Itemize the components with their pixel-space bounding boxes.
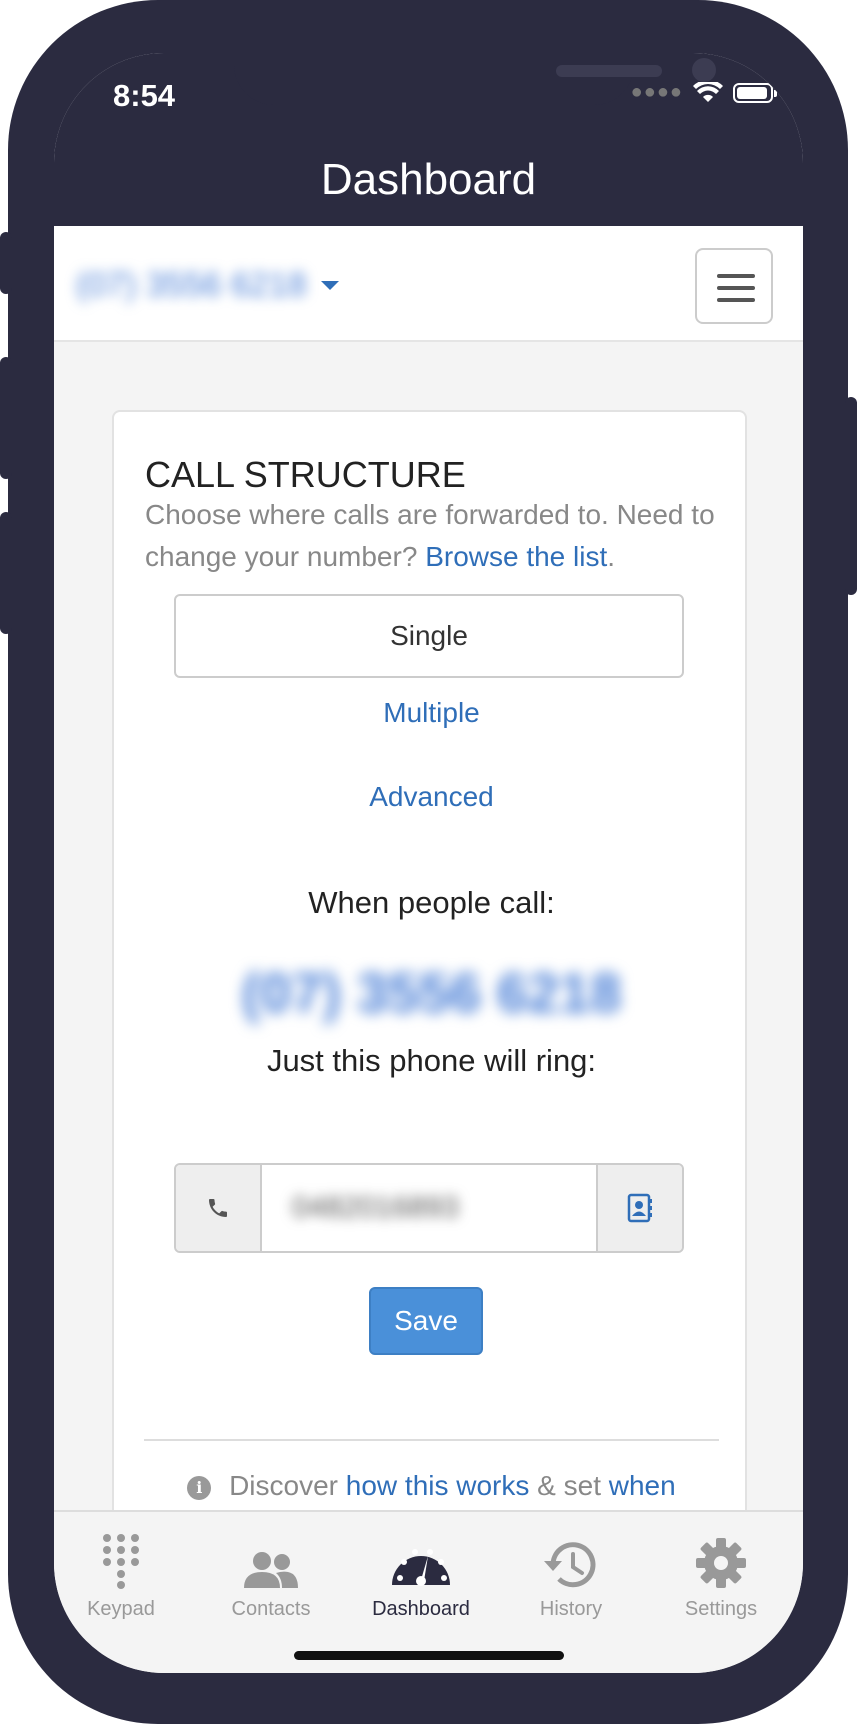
info-icon: i [187,1475,212,1500]
caret-down-icon [320,281,339,290]
tracking-number: (07) 3556 6218 [241,961,622,1024]
hamburger-menu-button[interactable] [695,248,773,324]
gear-icon [696,1538,746,1588]
front-camera [692,58,716,82]
app-header: 8:54 ●●●● Dashboard [54,53,803,226]
menu-line-icon [717,274,755,278]
battery-icon [733,82,777,103]
tab-history-label: History [539,1598,603,1620]
tab-history[interactable]: History [496,1512,646,1621]
volume-down-button [0,512,12,634]
page-title: Dashboard [320,155,537,204]
address-book-icon [627,1193,652,1223]
screen: 8:54 ●●●● Dashboard (07) 3556 6218 CALL … [54,53,803,1673]
keypad-icon [103,1534,139,1589]
card-description: Choose where calls are forwarded to. Nee… [145,494,725,578]
forward-number-group: 0482016893 [174,1163,684,1253]
how-this-works-link[interactable]: how this works [346,1470,530,1501]
account-number: (07) 3556 6218 [76,266,307,304]
ring-label: Just this phone will ring: [266,1043,597,1078]
option-advanced[interactable]: Advanced [114,781,749,813]
power-button [845,397,857,595]
tab-dashboard[interactable]: Dashboard [346,1512,496,1621]
tab-settings[interactable]: Settings [646,1512,796,1621]
phone-icon-addon [176,1165,262,1251]
status-time: 8:54 [113,78,176,113]
tab-contacts-label: Contacts [231,1598,311,1620]
option-multiple[interactable]: Multiple [114,697,749,729]
mute-switch [0,232,12,294]
contact-picker-button[interactable] [596,1165,682,1251]
save-button[interactable]: Save [369,1287,483,1355]
wifi-icon [693,81,723,102]
when-link[interactable]: when [609,1470,676,1501]
info-prefix: Discover [229,1470,338,1501]
info-line: i Discover how this works & set when [114,1470,749,1502]
tab-bar: Keypad Contacts Dashboard History Settin… [54,1510,803,1673]
speaker [556,65,662,77]
browse-list-link[interactable]: Browse the list [425,541,607,572]
account-selector[interactable]: (07) 3556 6218 [76,266,339,305]
info-middle: & set [537,1470,601,1501]
status-icons: ●●●● [630,81,777,104]
call-structure-card: CALL STRUCTURE Choose where calls are fo… [112,410,747,1530]
history-icon [544,1542,596,1588]
account-bar: (07) 3556 6218 [54,226,803,342]
tab-keypad-label: Keypad [87,1598,155,1620]
tab-dashboard-label: Dashboard [372,1598,470,1620]
description-suffix: . [607,541,616,572]
card-title: CALL STRUCTURE [145,454,466,495]
option-single[interactable]: Single [174,594,684,678]
dashboard-gauge-icon [392,1549,450,1586]
contacts-icon [244,1552,298,1588]
tab-contacts[interactable]: Contacts [196,1512,346,1621]
forward-number-input[interactable]: 0482016893 [262,1165,596,1251]
notch [234,53,716,105]
forward-number-value: 0482016893 [292,1191,459,1224]
cellular-signal-icon: ●●●● [630,81,683,103]
menu-line-icon [717,298,755,302]
phone-icon [209,1199,227,1217]
menu-line-icon [717,286,755,290]
tab-settings-label: Settings [684,1598,758,1620]
when-people-call-label: When people call: [308,885,555,920]
volume-up-button [0,357,12,479]
divider [144,1439,719,1441]
tab-keypad[interactable]: Keypad [54,1512,196,1621]
home-indicator[interactable] [294,1651,564,1660]
